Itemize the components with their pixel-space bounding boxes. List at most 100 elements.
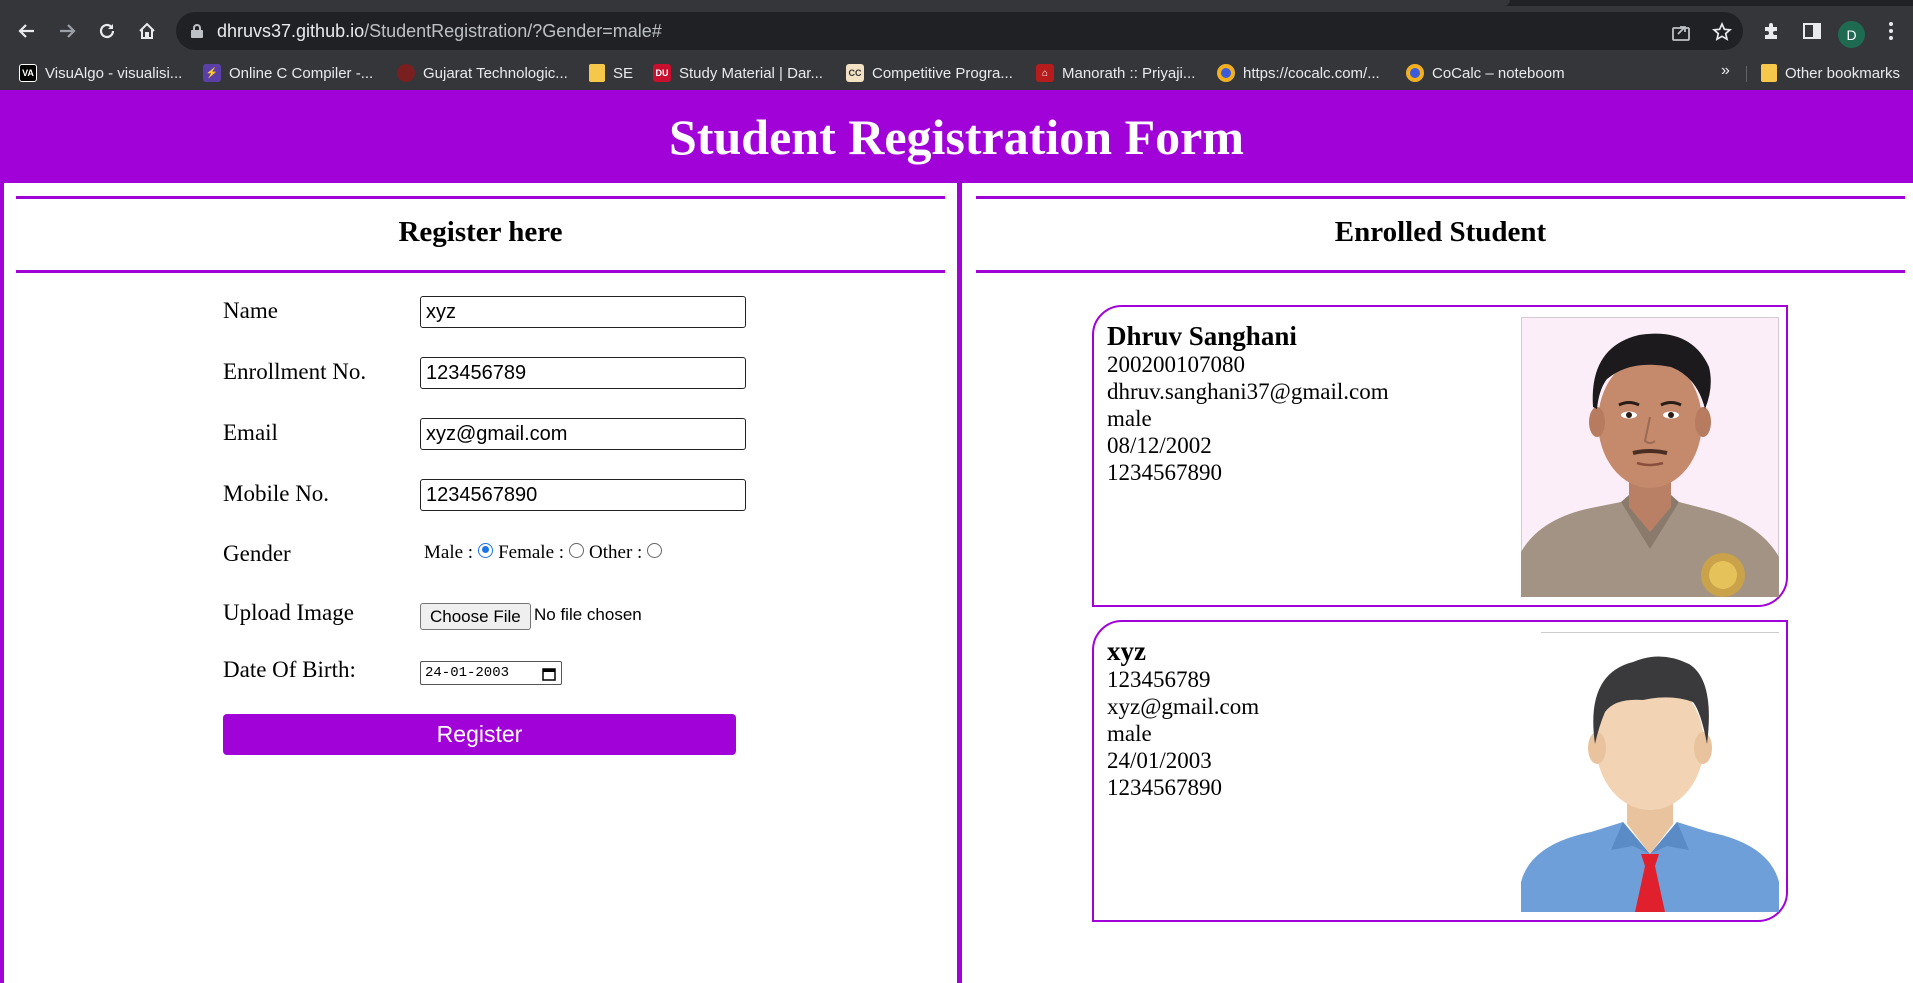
email-input[interactable] <box>420 418 746 450</box>
bookmark-label: Study Material | Dar... <box>679 64 823 82</box>
bookmark-cocalc-url[interactable]: https://cocalc.com/... <box>1217 62 1380 84</box>
student-dob: 24/01/2003 <box>1107 748 1212 773</box>
profile-avatar[interactable]: D <box>1838 21 1865 48</box>
gender-radio-male[interactable] <box>478 542 494 558</box>
address-bar[interactable]: dhruvs37.github.io/StudentRegistration/?… <box>176 12 1743 50</box>
name-label: Name <box>223 298 278 323</box>
gender-radio-group: Male : Female : Other : <box>424 542 667 564</box>
student-info: Dhruv Sanghani 200200107080 dhruv.sangha… <box>1107 321 1389 486</box>
dob-input[interactable]: 24-01-2003 <box>420 661 562 685</box>
browser-toolbar: dhruvs37.github.io/StudentRegistration/?… <box>0 6 1913 56</box>
student-email: xyz@gmail.com <box>1107 694 1260 719</box>
page-title: Student Registration Form <box>0 90 1913 183</box>
page: Student Registration Form Register here … <box>0 90 1913 983</box>
url-text[interactable]: dhruvs37.github.io/StudentRegistration/?… <box>217 21 662 42</box>
upload-image-label: Upload Image <box>223 600 354 625</box>
reload-button[interactable] <box>92 16 122 46</box>
form-heading-rule-top <box>16 196 945 199</box>
extensions-puzzle-icon[interactable] <box>1758 18 1784 44</box>
student-photo <box>1521 317 1779 597</box>
student-mobile: 1234567890 <box>1107 460 1222 485</box>
bookmark-cocalc-notebook[interactable]: CoCalc – noteboom <box>1406 62 1565 84</box>
avatar-illustration <box>1521 632 1779 912</box>
url-host: dhruvs37.github.io <box>217 21 365 41</box>
bookmark-label: Online C Compiler -... <box>229 64 374 82</box>
register-button[interactable]: Register <box>223 714 736 755</box>
bookmark-label: https://cocalc.com/... <box>1243 64 1380 82</box>
choose-file-button[interactable]: Choose File <box>420 603 531 630</box>
bookmark-online-c-compiler[interactable]: ⚡ Online C Compiler -... <box>203 62 373 84</box>
temple-icon: ⌂ <box>1036 64 1054 82</box>
lock-icon <box>191 24 203 38</box>
gender-option-female-label: Female : <box>498 542 565 563</box>
back-arrow-icon <box>18 24 34 38</box>
name-input[interactable] <box>420 296 746 328</box>
folder-icon <box>1761 64 1777 82</box>
darshan-icon: DU <box>653 64 671 82</box>
enrollment-input[interactable] <box>420 357 746 389</box>
student-card: xyz 123456789 xyz@gmail.com male 24/01/2… <box>1092 620 1788 922</box>
forward-arrow-icon <box>60 24 76 38</box>
student-dob: 08/12/2002 <box>1107 433 1212 458</box>
gender-option-other-label: Other : <box>589 542 643 563</box>
back-button[interactable] <box>12 16 42 46</box>
gender-radio-other[interactable] <box>647 542 663 558</box>
left-border <box>0 183 4 983</box>
dob-label: Date Of Birth: <box>223 657 356 682</box>
bookmark-label: Other bookmarks <box>1785 64 1901 82</box>
student-gender: male <box>1107 406 1152 431</box>
home-button[interactable] <box>132 16 162 46</box>
enrolled-heading: Enrolled Student <box>1334 216 1547 248</box>
calendar-icon <box>542 668 556 681</box>
enrollment-label: Enrollment No. <box>223 359 367 384</box>
bookmark-manorath[interactable]: ⌂ Manorath :: Priyaji... <box>1036 62 1195 84</box>
dob-value: 24-01-2003 <box>425 665 510 681</box>
bookmarks-separator <box>1746 66 1747 82</box>
more-bookmarks-chevron-icon[interactable]: » <box>1721 62 1730 80</box>
column-divider <box>957 183 962 983</box>
gtu-icon <box>397 64 415 82</box>
student-enrollment: 123456789 <box>1107 667 1211 692</box>
student-name: xyz <box>1107 636 1146 666</box>
email-label: Email <box>223 420 278 445</box>
bookmark-label: Gujarat Technologic... <box>423 64 568 82</box>
bookmark-folder-se[interactable]: SE <box>589 62 633 84</box>
bookmark-label: Competitive Progra... <box>872 64 1013 82</box>
forward-button[interactable] <box>52 16 82 46</box>
gender-label: Gender <box>223 541 291 566</box>
cocalc-icon <box>1217 64 1235 82</box>
bookmark-star-icon[interactable] <box>1711 21 1733 43</box>
bookmark-label: VisuAlgo - visualisi... <box>45 64 183 82</box>
enrolled-heading-rule-top <box>976 196 1905 199</box>
student-card: Dhruv Sanghani 200200107080 dhruv.sangha… <box>1092 305 1788 607</box>
visualgo-icon: VA <box>19 64 37 82</box>
side-panel-icon[interactable] <box>1799 18 1825 44</box>
student-enrollment: 200200107080 <box>1107 352 1245 377</box>
bookmark-gtu[interactable]: Gujarat Technologic... <box>397 62 568 84</box>
bookmark-visualgo[interactable]: VA VisuAlgo - visualisi... <box>19 62 182 84</box>
cocalc-icon <box>1406 64 1424 82</box>
bookmark-other-bookmarks[interactable]: Other bookmarks <box>1761 62 1900 84</box>
bookmark-label: CoCalc – noteboom <box>1432 64 1565 82</box>
mobile-input[interactable] <box>420 479 746 511</box>
student-info: xyz 123456789 xyz@gmail.com male 24/01/2… <box>1107 636 1259 801</box>
url-path: /StudentRegistration/?Gender=male# <box>364 21 662 41</box>
home-icon <box>139 22 155 39</box>
bookmarks-bar: VA VisuAlgo - visualisi... ⚡ Online C Comp… <box>0 56 1913 90</box>
gender-radio-female[interactable] <box>569 542 585 558</box>
reload-icon <box>99 23 115 39</box>
share-icon[interactable] <box>1670 21 1692 43</box>
browser-menu-icon[interactable] <box>1878 18 1904 44</box>
student-gender: male <box>1107 721 1152 746</box>
cc-icon: CC <box>846 64 864 82</box>
gender-option-male-label: Male : <box>424 542 474 563</box>
form-heading: Register here <box>398 216 563 248</box>
bookmark-label: Manorath :: Priyaji... <box>1062 64 1196 82</box>
bookmark-study-material[interactable]: DU Study Material | Dar... <box>653 62 823 84</box>
mobile-label: Mobile No. <box>223 481 330 506</box>
student-mobile: 1234567890 <box>1107 775 1222 800</box>
student-email: dhruv.sanghani37@gmail.com <box>1107 379 1389 404</box>
compiler-icon: ⚡ <box>203 64 221 82</box>
bookmark-competitive-programming[interactable]: CC Competitive Progra... <box>846 62 1013 84</box>
form-heading-rule-bottom <box>16 270 945 273</box>
